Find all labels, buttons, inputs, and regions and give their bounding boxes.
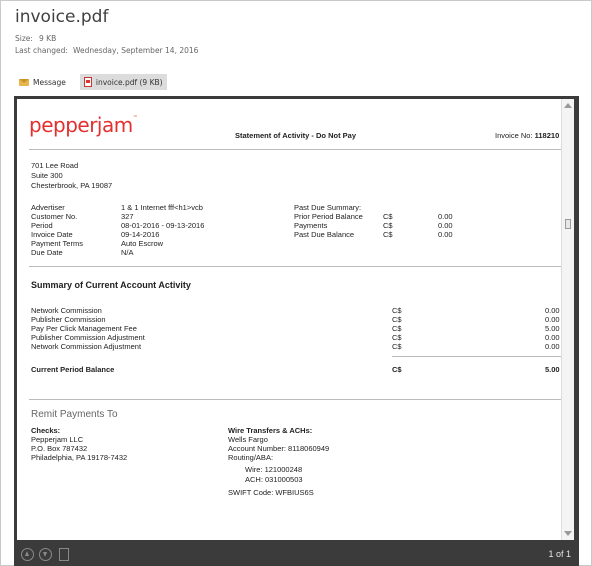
detail-value: 327 [121,212,134,221]
summary-value: 0.00 [545,315,560,324]
summary-value: 0.00 [545,342,560,351]
past-due-label: Payments [294,221,328,230]
detail-label: Customer No. [31,212,78,221]
summary-label: Publisher Commission [31,315,106,324]
remit-title: Remit Payments To [31,409,118,420]
section-divider [29,266,565,267]
past-due-currency: C$ [383,212,393,221]
vertical-scrollbar[interactable] [561,99,574,540]
section-divider [29,399,565,400]
address-line: Chesterbrook, PA 19087 [31,181,113,190]
detail-label: Period [31,221,53,230]
summary-label: Network Commission [31,306,102,315]
summary-title: Summary of Current Account Activity [31,280,191,290]
invoice-number: Invoice No: 118210 [495,131,559,140]
pdf-viewer: pepperjam™ Statement of Activity - Do No… [14,96,579,566]
scroll-up-arrow-icon[interactable] [564,103,572,108]
past-due-value: 0.00 [438,212,453,221]
address-line: 701 Lee Road [31,161,79,170]
summary-currency: C$ [392,333,402,342]
current-balance-label: Current Period Balance [31,365,115,374]
summary-currency: C$ [392,342,402,351]
detail-value: 09-14-2016 [121,230,160,239]
detail-value: 08-01-2016 - 09-13-2016 [121,221,205,230]
attachment-tab-label: invoice.pdf (9 KB) [95,77,163,87]
last-changed-row: Last changed: Wednesday, September 14, 2… [15,46,198,55]
attachment-preview-window: invoice.pdf Size: 9 KB Last changed: Wed… [0,0,592,566]
detail-label: Payment Terms [31,239,83,248]
file-size-label: Size: [15,34,33,43]
past-due-title: Past Due Summary: [294,203,362,212]
address-line: Suite 300 [31,171,63,180]
detail-label: Due Date [31,248,63,257]
wire-routing-label: Routing/ABA: [228,453,274,462]
summary-currency: C$ [392,324,402,333]
current-balance-currency: C$ [392,365,402,374]
scroll-down-arrow-icon[interactable] [564,531,572,536]
header-divider [29,149,565,150]
checks-title: Checks: [31,426,61,435]
wire-routing-number: Wire: 121000248 [245,465,303,474]
summary-value: 5.00 [545,324,560,333]
page-view-icon[interactable] [59,548,69,561]
pepperjam-logo: pepperjam™ [29,113,138,137]
past-due-currency: C$ [383,230,393,239]
page-count: 1 of 1 [548,549,571,559]
file-title: invoice.pdf [15,7,109,27]
past-due-value: 0.00 [438,230,453,239]
statement-title: Statement of Activity - Do Not Pay [235,131,356,140]
wire-bank: Wells Fargo [228,435,268,444]
file-size-row: Size: 9 KB [15,34,56,43]
detail-value: 1 & 1 Internet fff<h1>vcb [121,203,203,212]
envelope-icon [19,78,29,86]
swift-code: SWIFT Code: WFBIUS6S [228,488,314,497]
logo-text: pepperjam [29,113,133,137]
attachment-tab-label: Message [33,77,66,87]
attachment-tab-message[interactable]: Message [15,74,70,90]
last-changed-value: Wednesday, September 14, 2016 [73,46,199,55]
summary-value: 0.00 [545,333,560,342]
detail-label: Advertiser [31,203,65,212]
next-page-icon[interactable] [39,548,52,561]
invoice-number-value: 118210 [534,131,560,140]
scroll-thumb[interactable] [565,219,571,229]
invoice-number-label: Invoice No: [495,131,533,140]
detail-value: Auto Escrow [121,239,164,248]
summary-label: Pay Per Click Management Fee [31,324,137,333]
wire-title: Wire Transfers & ACHs: [228,426,313,435]
summary-currency: C$ [392,315,402,324]
logo-trademark: ™ [132,115,138,121]
past-due-label: Past Due Balance [294,230,355,239]
viewer-toolbar: 1 of 1 [14,543,579,566]
pdf-file-icon [83,77,92,87]
last-changed-label: Last changed: [15,46,68,55]
current-balance-value: 5.00 [545,365,560,374]
attachment-bar: Message invoice.pdf (9 KB) [15,74,177,90]
summary-label: Network Commission Adjustment [31,342,142,351]
ach-routing-number: ACH: 031000503 [245,475,303,484]
checks-line: P.O. Box 787432 [31,444,88,453]
previous-page-icon[interactable] [21,548,34,561]
checks-line: Pepperjam LLC [31,435,84,444]
past-due-currency: C$ [383,221,393,230]
attachment-tab-invoice-pdf[interactable]: invoice.pdf (9 KB) [79,74,167,90]
checks-line: Philadelphia, PA 19178-7432 [31,453,128,462]
pdf-page: pepperjam™ Statement of Activity - Do No… [17,99,574,540]
past-due-value: 0.00 [438,221,453,230]
file-size-value: 9 KB [39,34,57,43]
past-due-label: Prior Period Balance [294,212,363,221]
summary-value: 0.00 [545,306,560,315]
wire-account: Account Number: 8118060949 [228,444,330,453]
detail-label: Invoice Date [31,230,73,239]
invoice-document: pepperjam™ Statement of Activity - Do No… [17,99,565,540]
summary-label: Publisher Commission Adjustment [31,333,145,342]
summary-currency: C$ [392,306,402,315]
balance-divider [392,356,565,357]
detail-value: N/A [121,248,134,257]
